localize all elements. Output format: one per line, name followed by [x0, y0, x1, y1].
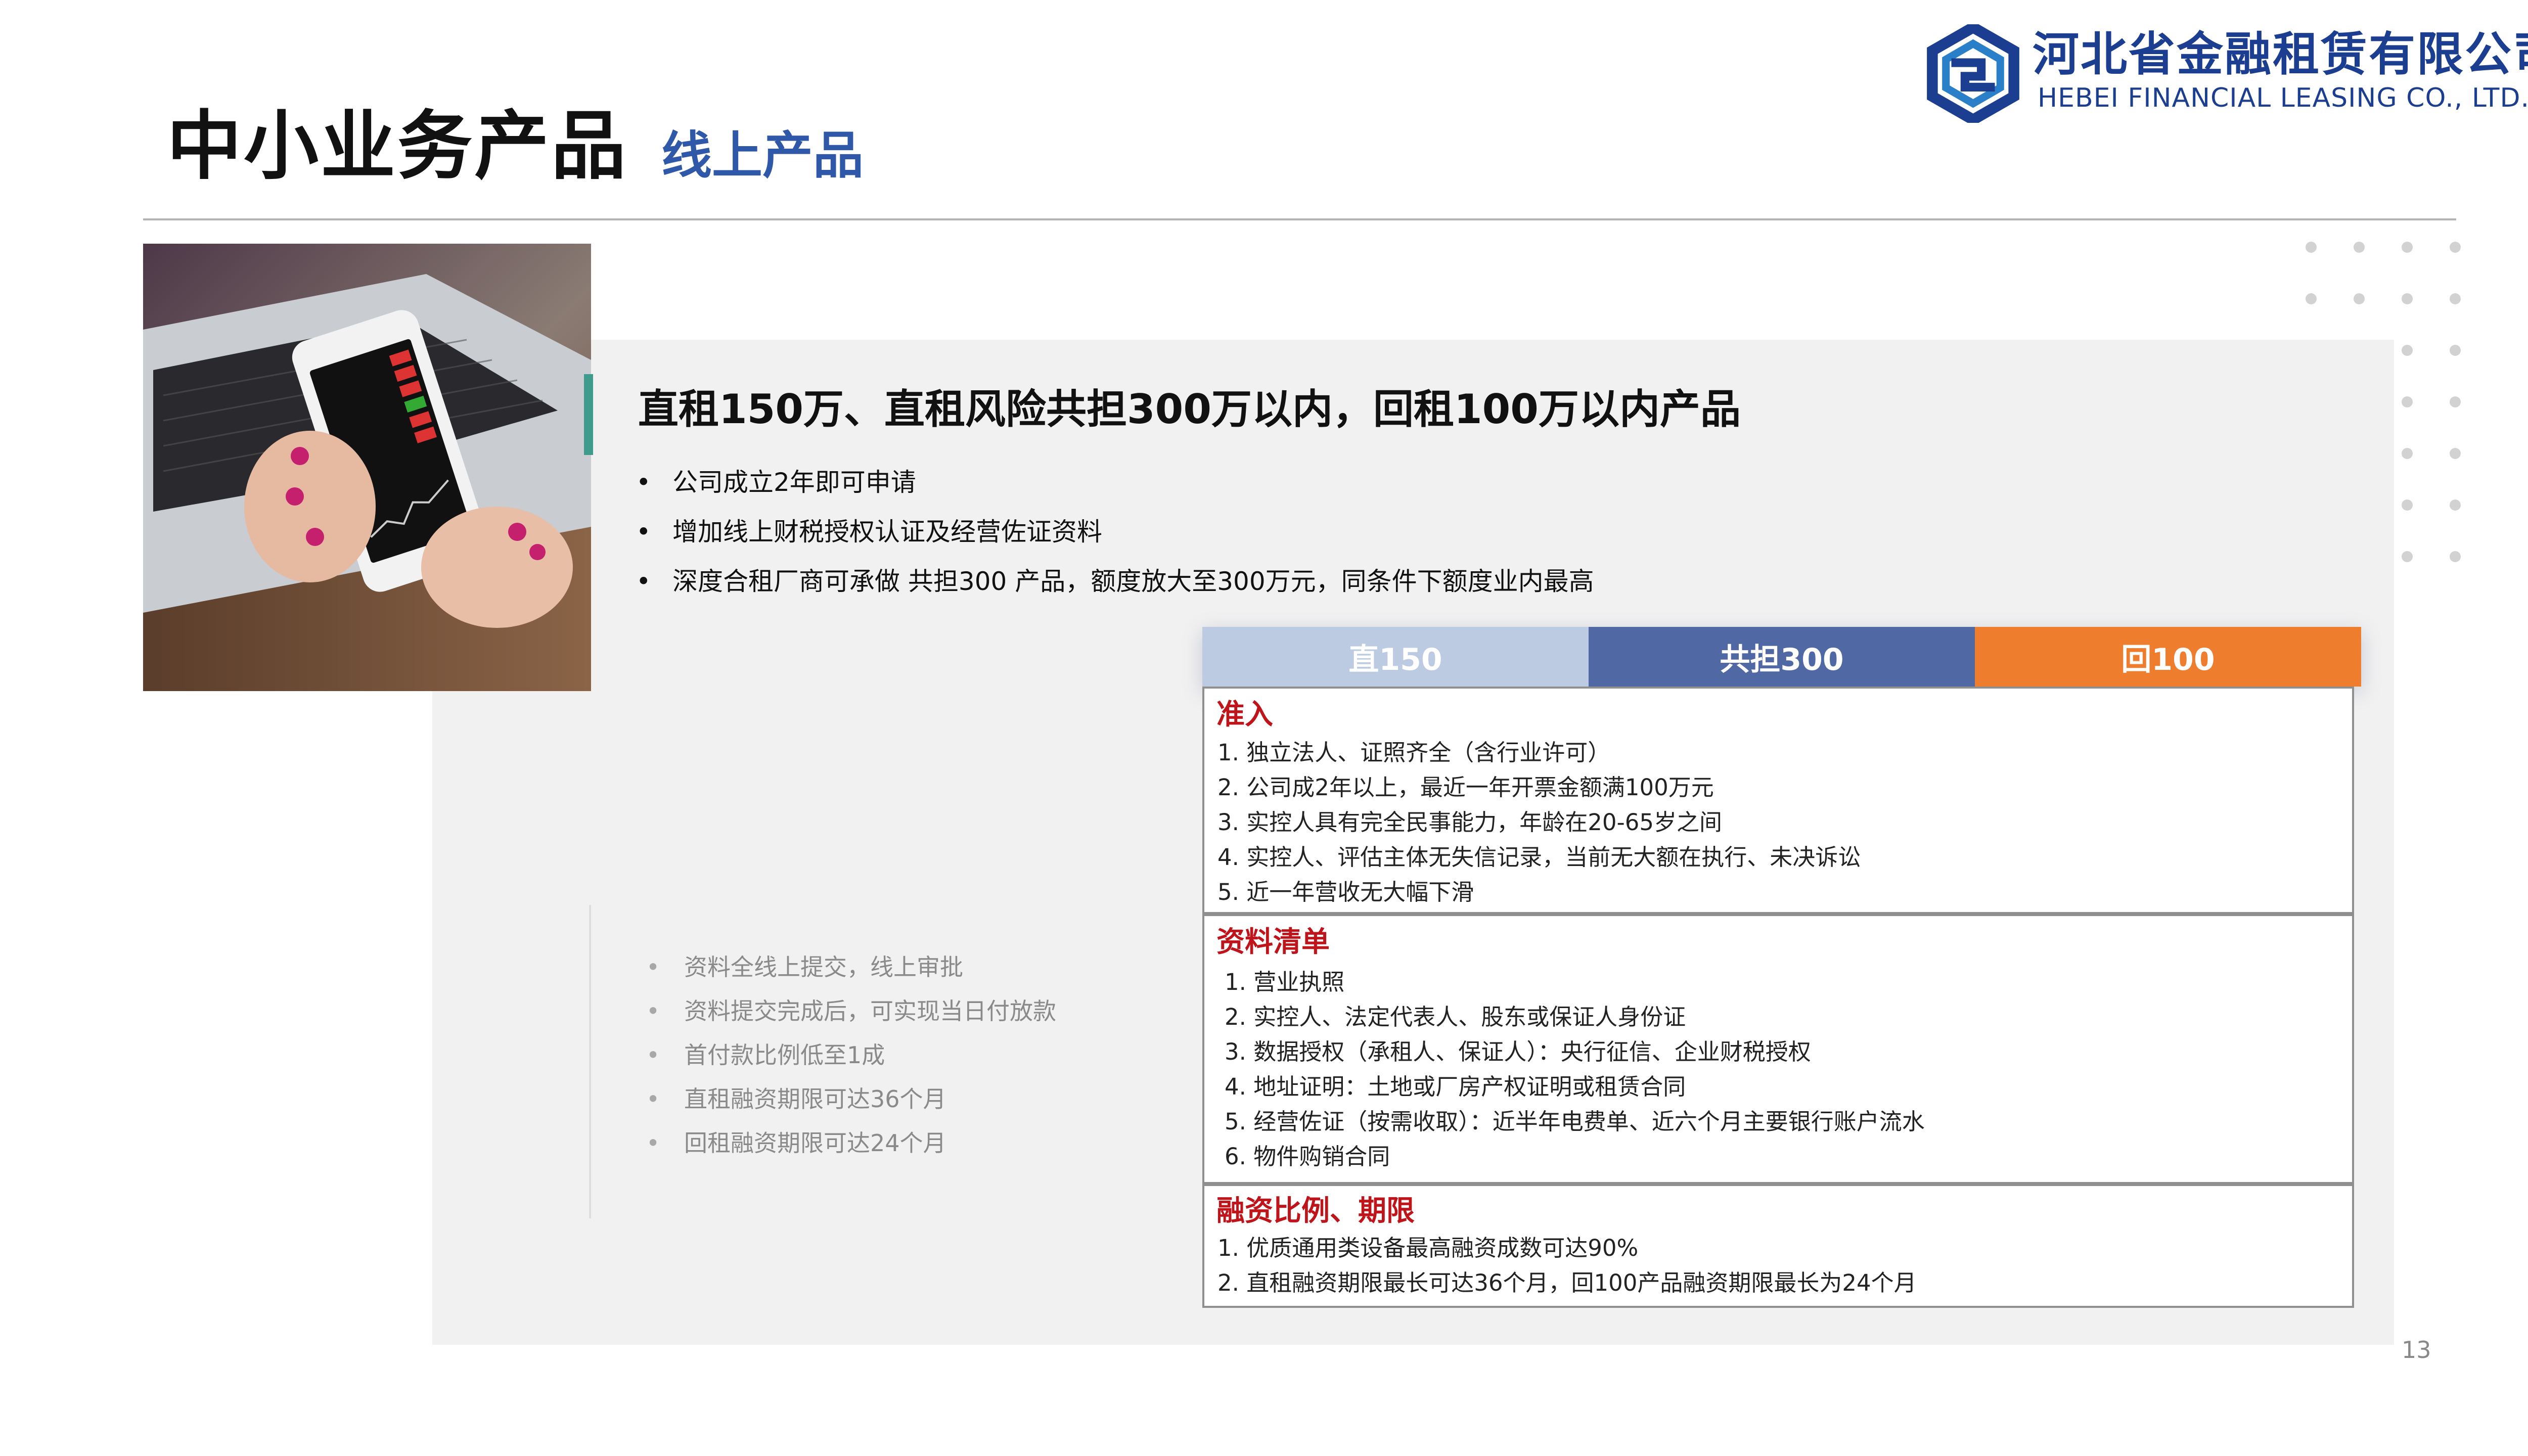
decorative-dot: [2306, 293, 2317, 304]
financing-section: 融资比例、期限 1. 优质通用类设备最高融资成数可达90% 2. 直租融资期限最…: [1202, 1184, 2354, 1308]
decorative-dot: [2450, 396, 2461, 407]
feature-item: 公司成立2年即可申请: [636, 458, 1594, 507]
documents-list: 1. 营业执照 2. 实控人、法定代表人、股东或保证人身份证 3. 数据授权（承…: [1225, 965, 1925, 1174]
page-number: 13: [2402, 1336, 2431, 1363]
financing-list: 1. 优质通用类设备最高融资成数可达90% 2. 直租融资期限最长可达36个月，…: [1217, 1231, 1917, 1300]
page-title: 中小业务产品: [167, 103, 628, 190]
phone-on-laptop-photo: [143, 244, 591, 691]
documents-title: 资料清单: [1216, 926, 1330, 959]
document-item: 2. 实控人、法定代表人、股东或保证人身份证: [1225, 1004, 1686, 1030]
decorative-dot: [2450, 293, 2461, 304]
decorative-dot: [2402, 448, 2413, 459]
document-item: 3. 数据授权（承租人、保证人）：央行征信、企业财税授权: [1225, 1038, 1811, 1065]
admission-item: 1. 独立法人、证照齐全（含行业许可）: [1217, 739, 1611, 766]
company-name-cn: 河北省金融租赁有限公司: [2033, 27, 2528, 81]
advantage-item: 首付款比例低至1成: [646, 1033, 1056, 1077]
admission-item: 5. 近一年营收无大幅下滑: [1217, 879, 1474, 905]
title-divider: [143, 218, 2456, 220]
document-item: 5. 经营佐证（按需收取）：近半年电费单、近六个月主要银行账户流水: [1225, 1108, 1925, 1135]
decorative-dot: [2450, 448, 2461, 459]
decorative-dot: [2354, 242, 2365, 253]
admission-item: 2. 公司成2年以上，最近一年开票金额满100万元: [1217, 774, 1714, 801]
financing-title: 融资比例、期限: [1216, 1195, 1415, 1227]
financing-item: 1. 优质通用类设备最高融资成数可达90%: [1217, 1235, 1639, 1261]
advantage-item: 直租融资期限可达36个月: [646, 1077, 1056, 1121]
document-item: 4. 地址证明：土地或厂房产权证明或租赁合同: [1225, 1073, 1686, 1100]
document-item: 1. 营业执照: [1225, 969, 1345, 995]
advantage-item: 回租融资期限可达24个月: [646, 1121, 1056, 1165]
product-heading: 直租150万、直租风险共担300万以内，回租100万以内产品: [638, 386, 1741, 433]
decorative-dot: [2450, 345, 2461, 356]
tab-shared-300[interactable]: 共担300: [1589, 627, 1975, 687]
decorative-dot: [2450, 242, 2461, 253]
company-logo-icon: [1927, 24, 2019, 123]
decorative-dot: [2402, 293, 2413, 304]
decorative-dot: [2402, 551, 2413, 562]
company-name-en: HEBEI FINANCIAL LEASING CO., LTD.: [2038, 83, 2528, 113]
feature-list: 公司成立2年即可申请 增加线上财税授权认证及经营佐证资料 深度合租厂商可承做 共…: [636, 458, 1594, 606]
product-tabs: 直150 共担300 回100: [1202, 627, 2361, 687]
decorative-dot: [2354, 293, 2365, 304]
heading-accent-bar: [584, 374, 593, 455]
admission-item: 4. 实控人、评估主体无失信记录，当前无大额在执行、未决诉讼: [1217, 844, 1861, 871]
decorative-dot: [2402, 499, 2413, 511]
document-item: 6. 物件购销合同: [1225, 1143, 1390, 1170]
feature-item: 深度合租厂商可承做 共担300 产品，额度放大至300万元，同条件下额度业内最高: [636, 557, 1594, 606]
decorative-dot: [2450, 499, 2461, 511]
decorative-dot: [2450, 551, 2461, 562]
documents-section: 资料清单 1. 营业执照 2. 实控人、法定代表人、股东或保证人身份证 3. 数…: [1202, 914, 2354, 1184]
admission-title: 准入: [1216, 698, 1273, 731]
decorative-dot: [2402, 345, 2413, 356]
tab-direct-150[interactable]: 直150: [1202, 627, 1589, 687]
financing-item: 2. 直租融资期限最长可达36个月，回100产品融资期限最长为24个月: [1217, 1269, 1917, 1296]
feature-item: 增加线上财税授权认证及经营佐证资料: [636, 507, 1594, 557]
decorative-dot: [2402, 396, 2413, 407]
tab-leaseback-100[interactable]: 回100: [1975, 627, 2361, 687]
advantage-list: 资料全线上提交，线上审批 资料提交完成后，可实现当日付放款 首付款比例低至1成 …: [646, 945, 1056, 1165]
admission-list: 1. 独立法人、证照齐全（含行业许可） 2. 公司成2年以上，最近一年开票金额满…: [1217, 735, 1861, 909]
decorative-dot: [2402, 242, 2413, 253]
decorative-dot: [2306, 242, 2317, 253]
admission-item: 3. 实控人具有完全民事能力，年龄在20-65岁之间: [1217, 809, 1722, 836]
admission-section: 准入 1. 独立法人、证照齐全（含行业许可） 2. 公司成2年以上，最近一年开票…: [1202, 687, 2354, 914]
side-divider: [589, 905, 591, 1218]
photo-illustration: [143, 244, 591, 691]
advantage-item: 资料全线上提交，线上审批: [646, 945, 1056, 989]
advantage-item: 资料提交完成后，可实现当日付放款: [646, 989, 1056, 1033]
page-subtitle: 线上产品: [661, 126, 864, 185]
